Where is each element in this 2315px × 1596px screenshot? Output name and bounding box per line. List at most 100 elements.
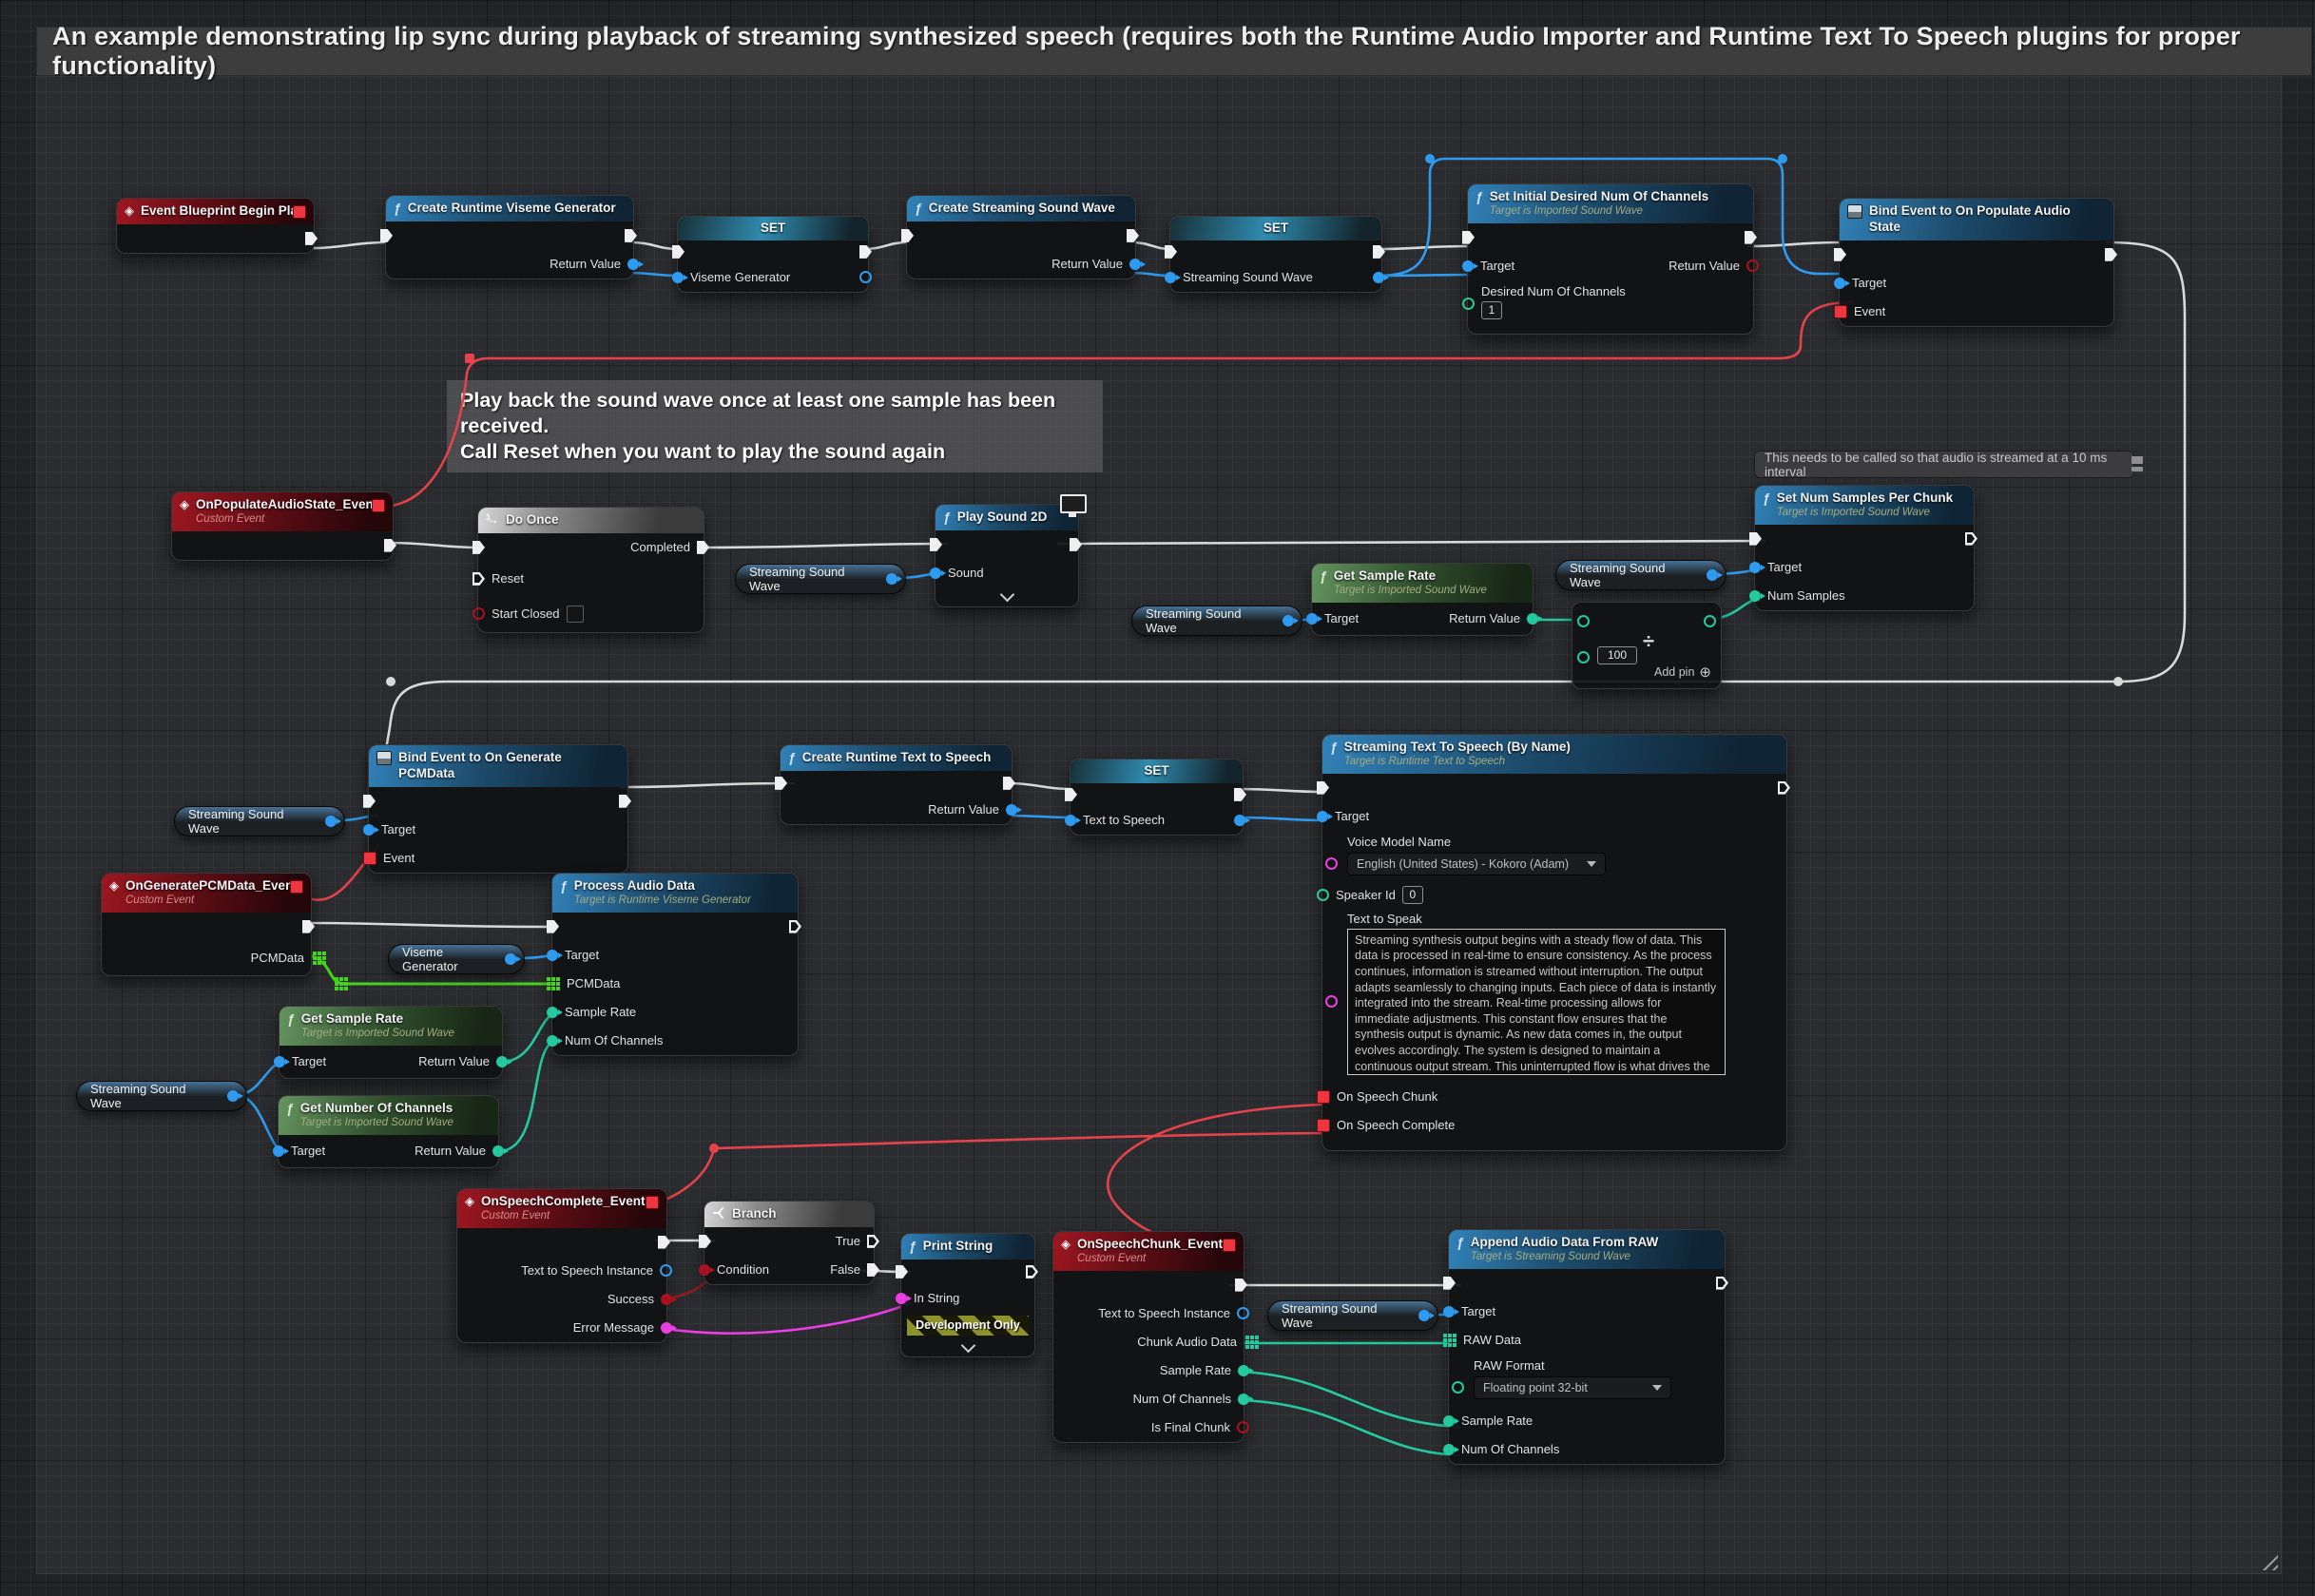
node-streaming-text-to-speech-by-name[interactable]: ƒ Streaming Text To Speech (By Name) Tar… bbox=[1321, 734, 1787, 1151]
sound-pin[interactable] bbox=[930, 567, 941, 579]
voice-model-pin[interactable] bbox=[1325, 857, 1338, 870]
divide-in-a-pin[interactable] bbox=[1577, 615, 1590, 627]
var-out-pin[interactable] bbox=[1234, 815, 1245, 826]
exec-in-pin[interactable] bbox=[1749, 532, 1762, 546]
node-set-streaming-sound-wave[interactable]: SET Streaming Sound Wave bbox=[1169, 216, 1382, 293]
node-play-sound-2d[interactable]: ƒ Play Sound 2D Sound bbox=[935, 504, 1079, 607]
raw-format-dropdown[interactable]: Floating point 32-bit bbox=[1474, 1376, 1671, 1399]
delegate-pin[interactable] bbox=[1223, 1239, 1236, 1252]
blueprint-canvas[interactable]: An example demonstrating lip sync during… bbox=[0, 0, 2315, 1596]
pcmdata-array-pin[interactable] bbox=[313, 952, 317, 955]
advanced-expander[interactable] bbox=[936, 587, 1078, 606]
exec-in-pin[interactable] bbox=[930, 538, 942, 551]
divide-out-pin[interactable] bbox=[1704, 615, 1716, 627]
text-to-speak-pin[interactable] bbox=[1325, 995, 1338, 1008]
target-pin[interactable] bbox=[1306, 613, 1318, 625]
target-pin[interactable] bbox=[547, 950, 558, 961]
sample-rate-pin[interactable] bbox=[1443, 1415, 1455, 1427]
var-pill-streaming-sound-wave[interactable]: Streaming Sound Wave bbox=[1267, 1300, 1438, 1331]
target-pin[interactable] bbox=[273, 1145, 284, 1157]
divide-b-value[interactable]: 100 bbox=[1597, 646, 1637, 664]
pcmdata-array-pin[interactable] bbox=[547, 977, 550, 981]
num-of-channels-pin[interactable] bbox=[1443, 1444, 1455, 1455]
return-value-pin[interactable] bbox=[496, 1056, 508, 1067]
node-do-once[interactable]: 1→ Do Once Completed Reset Start Closed bbox=[477, 507, 704, 633]
node-create-runtime-viseme-generator[interactable]: ƒ Create Runtime Viseme Generator Return… bbox=[385, 195, 634, 279]
add-pin-button[interactable]: Add pin ⊕ bbox=[1654, 663, 1711, 681]
node-set-text-to-speech[interactable]: SET Text to Speech bbox=[1070, 759, 1244, 836]
node-set-initial-desired-num-of-channels[interactable]: ƒ Set Initial Desired Num Of Channels Ta… bbox=[1467, 183, 1754, 335]
return-value-pin[interactable] bbox=[627, 259, 639, 270]
speaker-id-pin[interactable] bbox=[1317, 889, 1329, 901]
var-out-pin[interactable] bbox=[227, 1090, 239, 1102]
node-print-string[interactable]: ƒ Print String In String Development Onl… bbox=[900, 1233, 1035, 1357]
node-get-sample-rate-bottom[interactable]: ƒ Get Sample Rate Target is Imported Sou… bbox=[279, 1006, 503, 1079]
num-of-channels-pin[interactable] bbox=[1238, 1394, 1249, 1405]
node-set-viseme-generator[interactable]: SET Viseme Generator bbox=[677, 216, 869, 293]
delegate-pin[interactable] bbox=[372, 499, 385, 512]
num-of-channels-pin[interactable] bbox=[547, 1035, 558, 1047]
exec-in-pin[interactable] bbox=[672, 245, 685, 259]
return-value-pin[interactable] bbox=[1006, 804, 1017, 816]
var-out-pin[interactable] bbox=[1707, 569, 1718, 581]
in-string-pin[interactable] bbox=[896, 1293, 907, 1304]
node-create-streaming-sound-wave[interactable]: ƒ Create Streaming Sound Wave Return Val… bbox=[906, 195, 1136, 279]
exec-in-pin[interactable] bbox=[1834, 248, 1846, 261]
on-speech-chunk-pin[interactable] bbox=[1317, 1090, 1330, 1104]
exec-in-pin[interactable] bbox=[1462, 231, 1475, 244]
node-create-runtime-text-to-speech[interactable]: ƒ Create Runtime Text to Speech Return V… bbox=[780, 744, 1013, 825]
exec-in-pin[interactable] bbox=[775, 777, 787, 790]
chunk-audio-array-pin[interactable] bbox=[1245, 1336, 1249, 1339]
var-pill-viseme-generator[interactable]: Viseme Generator bbox=[388, 944, 525, 974]
var-out-pin[interactable] bbox=[505, 953, 516, 965]
node-bind-event-on-populate-audio-state[interactable]: Bind Event to On Populate Audio State Ta… bbox=[1839, 198, 2114, 327]
reset-pin[interactable] bbox=[473, 572, 485, 586]
text-to-speak-input[interactable]: Streaming synthesis output begins with a… bbox=[1347, 929, 1726, 1075]
exec-in-pin[interactable] bbox=[1065, 788, 1077, 801]
raw-data-array-pin[interactable] bbox=[1443, 1334, 1447, 1337]
var-pill-streaming-sound-wave[interactable]: Streaming Sound Wave bbox=[1131, 606, 1302, 636]
delegate-pin[interactable] bbox=[290, 880, 303, 894]
exec-in-pin[interactable] bbox=[896, 1265, 908, 1279]
target-pin[interactable] bbox=[1749, 562, 1761, 573]
exec-in-pin[interactable] bbox=[699, 1235, 711, 1248]
sample-rate-pin[interactable] bbox=[547, 1007, 558, 1018]
var-pill-streaming-sound-wave[interactable]: Streaming Sound Wave bbox=[76, 1081, 247, 1111]
return-value-pin[interactable] bbox=[1527, 613, 1538, 625]
start-closed-pin[interactable] bbox=[473, 607, 485, 620]
target-pin[interactable] bbox=[274, 1056, 285, 1067]
return-value-pin[interactable] bbox=[492, 1145, 504, 1157]
sample-rate-pin[interactable] bbox=[1238, 1365, 1249, 1376]
target-pin[interactable] bbox=[363, 824, 375, 836]
var-pill-streaming-sound-wave[interactable]: Streaming Sound Wave bbox=[1555, 560, 1727, 590]
var-in-pin[interactable] bbox=[1065, 815, 1076, 826]
num-samples-pin[interactable] bbox=[1749, 590, 1761, 602]
return-value-pin[interactable] bbox=[1129, 259, 1141, 270]
error-message-pin[interactable] bbox=[661, 1322, 672, 1334]
on-speech-complete-pin[interactable] bbox=[1317, 1119, 1330, 1132]
speaker-id-value[interactable]: 0 bbox=[1402, 886, 1423, 904]
success-pin[interactable] bbox=[661, 1294, 672, 1305]
node-process-audio-data[interactable]: ƒ Process Audio Data Target is Runtime V… bbox=[551, 873, 799, 1056]
advanced-expander[interactable] bbox=[901, 1338, 1034, 1356]
var-out-pin[interactable] bbox=[1283, 615, 1294, 626]
start-closed-checkbox[interactable] bbox=[567, 606, 584, 623]
divide-in-b-pin[interactable] bbox=[1577, 651, 1590, 663]
node-onpopulateaudiostate-event[interactable]: ◈ OnPopulateAudioState_Event Custom Even… bbox=[171, 491, 394, 561]
exec-in-pin[interactable] bbox=[547, 920, 559, 933]
event-pin[interactable] bbox=[363, 852, 376, 865]
desired-num-pin[interactable] bbox=[1462, 298, 1475, 310]
node-get-number-of-channels[interactable]: ƒ Get Number Of Channels Target is Impor… bbox=[278, 1095, 499, 1168]
event-pin[interactable] bbox=[1834, 305, 1847, 318]
target-pin[interactable] bbox=[1462, 260, 1474, 272]
raw-format-pin[interactable] bbox=[1452, 1381, 1464, 1394]
desired-num-value[interactable]: 1 bbox=[1481, 301, 1502, 319]
delegate-pin[interactable] bbox=[293, 205, 306, 219]
delegate-pin[interactable] bbox=[646, 1196, 659, 1209]
node-get-sample-rate-top[interactable]: ƒ Get Sample Rate Target is Imported Sou… bbox=[1311, 563, 1534, 636]
node-set-num-samples-per-chunk[interactable]: ƒ Set Num Samples Per Chunk Target is Im… bbox=[1754, 485, 1975, 611]
var-out-pin[interactable] bbox=[1418, 1310, 1430, 1321]
var-in-pin[interactable] bbox=[1165, 272, 1176, 283]
target-pin[interactable] bbox=[1443, 1306, 1455, 1317]
target-pin[interactable] bbox=[1834, 278, 1845, 289]
